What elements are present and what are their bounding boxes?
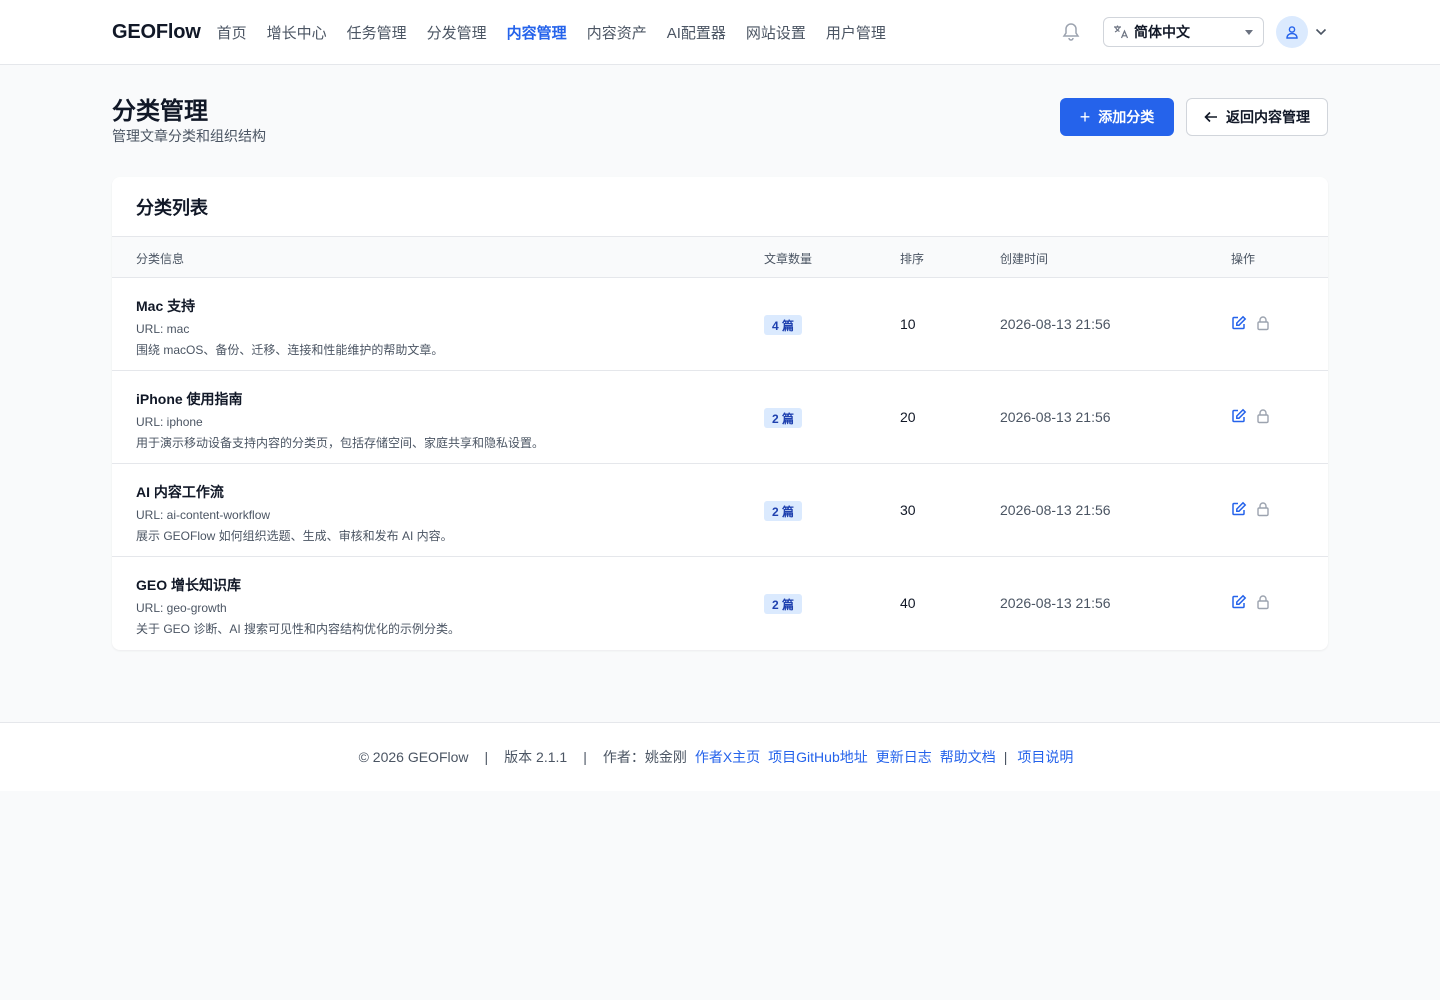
category-description: 围绕 macOS、备份、迁移、连接和性能维护的帮助文章。 — [136, 343, 444, 357]
category-name: Mac 支持 — [136, 298, 196, 314]
bell-icon[interactable] — [1059, 20, 1083, 44]
footer-separator: | — [1003, 749, 1008, 765]
footer-separator: | — [484, 749, 489, 765]
language-value: 简体中文 — [1134, 24, 1190, 40]
nav-item-ai-config[interactable]: AI配置器 — [667, 22, 726, 43]
footer-link-author-x[interactable]: 作者X主页 — [695, 747, 760, 767]
created-time: 2026-08-13 21:56 — [1000, 595, 1111, 611]
col-header-sort: 排序 — [900, 252, 925, 266]
sort-order: 30 — [900, 502, 916, 518]
footer-link-project-info[interactable]: 项目说明 — [1017, 747, 1073, 767]
lock-icon[interactable] — [1255, 408, 1271, 424]
footer-version: 版本 2.1.1 — [504, 749, 568, 765]
col-header-info: 分类信息 — [136, 252, 185, 266]
lock-icon[interactable] — [1255, 501, 1271, 517]
category-url: URL: mac — [136, 322, 190, 336]
nav-item-users[interactable]: 用户管理 — [826, 22, 886, 43]
col-header-created: 创建时间 — [1000, 252, 1049, 266]
nav-item-growth[interactable]: 增长中心 — [267, 22, 327, 43]
nav-item-distribution[interactable]: 分发管理 — [427, 22, 487, 43]
page-title: 分类管理 — [112, 98, 208, 125]
nav-item-home[interactable]: 首页 — [217, 22, 247, 43]
sort-order: 40 — [900, 595, 916, 611]
page-content: 分类管理 管理文章分类和组织结构 + 添加分类 返回内容管理 分类列表 分类信息… — [112, 65, 1328, 650]
created-time: 2026-08-13 21:56 — [1000, 409, 1111, 425]
card-title: 分类列表 — [112, 177, 1328, 237]
edit-icon[interactable] — [1231, 594, 1247, 610]
category-description: 关于 GEO 诊断、AI 搜索可见性和内容结构优化的示例分类。 — [136, 622, 461, 636]
category-url: URL: iphone — [136, 415, 203, 429]
top-navbar: GEOFlow 首页 增长中心 任务管理 分发管理 内容管理 内容资产 AI配置… — [0, 0, 1440, 65]
back-to-content-button[interactable]: 返回内容管理 — [1186, 98, 1328, 136]
edit-icon[interactable] — [1231, 315, 1247, 331]
footer-link-help-docs[interactable]: 帮助文档 — [940, 747, 996, 767]
category-name: AI 内容工作流 — [136, 484, 224, 500]
nav-item-assets[interactable]: 内容资产 — [587, 22, 647, 43]
brand-logo[interactable]: GEOFlow — [112, 21, 201, 44]
footer-copyright: © 2026 GEOFlow — [358, 749, 469, 765]
nav-item-content[interactable]: 内容管理 — [507, 22, 567, 43]
category-url: URL: ai-content-workflow — [136, 508, 271, 522]
table-row: AI 内容工作流 URL: ai-content-workflow 展示 GEO… — [112, 464, 1328, 557]
category-name: iPhone 使用指南 — [136, 391, 243, 407]
article-count-badge: 2 篇 — [764, 594, 803, 614]
category-name: GEO 增长知识库 — [136, 577, 242, 593]
article-count-badge: 4 篇 — [764, 315, 803, 335]
col-header-count: 文章数量 — [764, 252, 813, 266]
footer-author: 作者：姚金刚 — [602, 749, 687, 765]
edit-icon[interactable] — [1231, 408, 1247, 424]
footer-link-github[interactable]: 项目GitHub地址 — [768, 747, 868, 767]
arrow-left-icon — [1204, 111, 1218, 123]
table-row: iPhone 使用指南 URL: iphone 用于演示移动设备支持内容的分类页… — [112, 371, 1328, 464]
article-count-badge: 2 篇 — [764, 408, 803, 428]
lock-icon[interactable] — [1255, 315, 1271, 331]
nav-item-site-settings[interactable]: 网站设置 — [746, 22, 806, 43]
translate-icon — [1112, 23, 1130, 41]
category-url: URL: geo-growth — [136, 601, 227, 615]
edit-icon[interactable] — [1231, 501, 1247, 517]
table-row: Mac 支持 URL: mac 围绕 macOS、备份、迁移、连接和性能维护的帮… — [112, 278, 1328, 371]
sort-order: 10 — [900, 316, 916, 332]
nav-item-tasks[interactable]: 任务管理 — [347, 22, 407, 43]
language-select[interactable]: 简体中文 — [1103, 17, 1264, 47]
footer-link-changelog[interactable]: 更新日志 — [876, 747, 932, 767]
user-icon[interactable] — [1276, 16, 1308, 48]
chevron-down-icon[interactable] — [1314, 25, 1328, 39]
article-count-badge: 2 篇 — [764, 501, 803, 521]
caret-down-icon — [1245, 29, 1253, 35]
table-row: GEO 增长知识库 URL: geo-growth 关于 GEO 诊断、AI 搜… — [112, 557, 1328, 650]
add-category-button[interactable]: + 添加分类 — [1060, 98, 1174, 136]
page-header: 分类管理 管理文章分类和组织结构 + 添加分类 返回内容管理 — [112, 65, 1328, 177]
plus-icon: + — [1079, 107, 1091, 127]
add-category-label: 添加分类 — [1098, 109, 1155, 125]
category-list-card: 分类列表 分类信息 文章数量 排序 创建时间 操作 Mac 支持 URL: ma… — [112, 177, 1328, 650]
category-description: 展示 GEOFlow 如何组织选题、生成、审核和发布 AI 内容。 — [136, 529, 453, 543]
sort-order: 20 — [900, 409, 916, 425]
page-footer: © 2026 GEOFlow | 版本 2.1.1 | 作者：姚金刚 作者X主页… — [0, 722, 1440, 791]
page-subtitle: 管理文章分类和组织结构 — [112, 128, 266, 144]
main-nav: 首页 增长中心 任务管理 分发管理 内容管理 内容资产 AI配置器 网站设置 用… — [217, 0, 906, 64]
col-header-actions: 操作 — [1231, 252, 1256, 266]
table-header: 分类信息 文章数量 排序 创建时间 操作 — [112, 237, 1328, 278]
category-description: 用于演示移动设备支持内容的分类页，包括存储空间、家庭共享和隐私设置。 — [136, 436, 545, 450]
created-time: 2026-08-13 21:56 — [1000, 316, 1111, 332]
created-time: 2026-08-13 21:56 — [1000, 502, 1111, 518]
footer-separator: | — [583, 749, 587, 765]
lock-icon[interactable] — [1255, 594, 1271, 610]
back-to-content-label: 返回内容管理 — [1226, 109, 1310, 125]
